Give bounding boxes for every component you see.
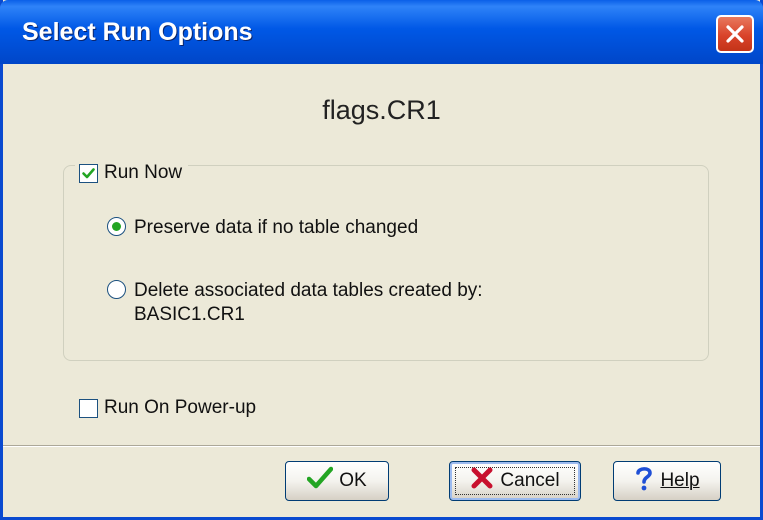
- ok-button[interactable]: OK: [285, 461, 389, 501]
- preserve-data-radio[interactable]: [107, 217, 126, 236]
- delete-tables-label-line1: Delete associated data tables created by…: [134, 280, 483, 301]
- checkmark-icon: [82, 167, 95, 178]
- run-now-checkbox-row[interactable]: Run Now: [75, 162, 189, 184]
- run-on-powerup-row[interactable]: Run On Power-up: [79, 397, 256, 419]
- run-options-dialog: Select Run Options flags.CR1 Run Now Pre…: [0, 0, 763, 520]
- delete-tables-program-name: BASIC1.CR1: [134, 304, 245, 325]
- program-filename: flags.CR1: [322, 95, 441, 125]
- preserve-data-label: Preserve data if no table changed: [134, 217, 419, 238]
- help-button[interactable]: Help: [613, 461, 721, 501]
- window-title: Select Run Options: [22, 18, 253, 46]
- run-now-checkbox[interactable]: [79, 163, 98, 183]
- button-separator: [3, 445, 760, 447]
- title-bar[interactable]: Select Run Options: [0, 0, 763, 64]
- radio-selected-dot: [112, 222, 121, 231]
- run-now-groupbox: [63, 165, 709, 361]
- run-on-powerup-checkbox[interactable]: [79, 398, 98, 418]
- cancel-label: Cancel: [500, 470, 560, 491]
- cancel-button[interactable]: Cancel: [449, 461, 581, 501]
- delete-tables-label: Delete associated data tables created by…: [134, 279, 483, 327]
- help-label: Help: [660, 470, 700, 491]
- run-on-powerup-label: Run On Power-up: [104, 397, 257, 418]
- delete-tables-radio[interactable]: [107, 280, 126, 299]
- close-button[interactable]: [716, 15, 754, 53]
- run-now-label: Run Now: [104, 162, 183, 183]
- preserve-data-option[interactable]: Preserve data if no table changed: [107, 216, 418, 240]
- red-x-icon: [470, 466, 500, 496]
- blue-question-mark-icon: [634, 465, 660, 497]
- green-checkmark-icon: [307, 466, 339, 496]
- ok-label: OK: [339, 470, 367, 491]
- delete-tables-option[interactable]: Delete associated data tables created by…: [107, 279, 483, 327]
